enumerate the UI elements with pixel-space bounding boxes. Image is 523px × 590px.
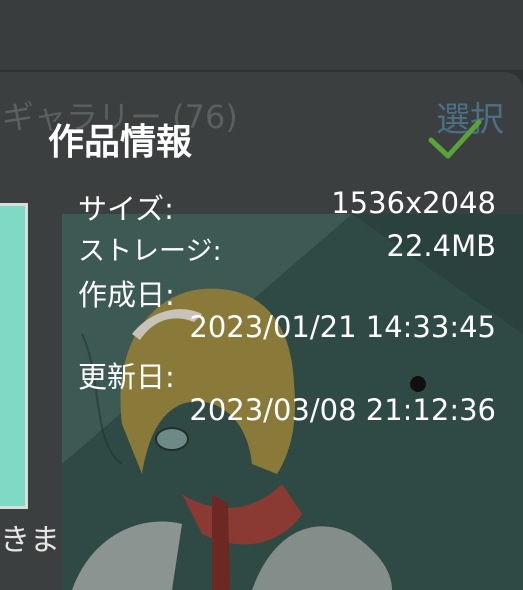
dialog-title: 作品情報 bbox=[48, 122, 193, 163]
gallery-thumbnail[interactable] bbox=[0, 203, 28, 509]
size-label: サイズ: bbox=[78, 192, 174, 226]
created-value: 2023/01/21 14:33:45 bbox=[189, 310, 496, 344]
check-icon[interactable] bbox=[426, 114, 484, 164]
updated-label: 更新日: bbox=[78, 360, 175, 394]
created-label: 作成日: bbox=[78, 278, 175, 312]
size-value: 1536x2048 bbox=[331, 186, 496, 220]
top-app-bar bbox=[0, 0, 523, 70]
storage-label: ストレージ: bbox=[78, 236, 222, 267]
updated-value: 2023/03/08 21:12:36 bbox=[189, 393, 496, 427]
storage-value: 22.4MB bbox=[386, 229, 497, 263]
